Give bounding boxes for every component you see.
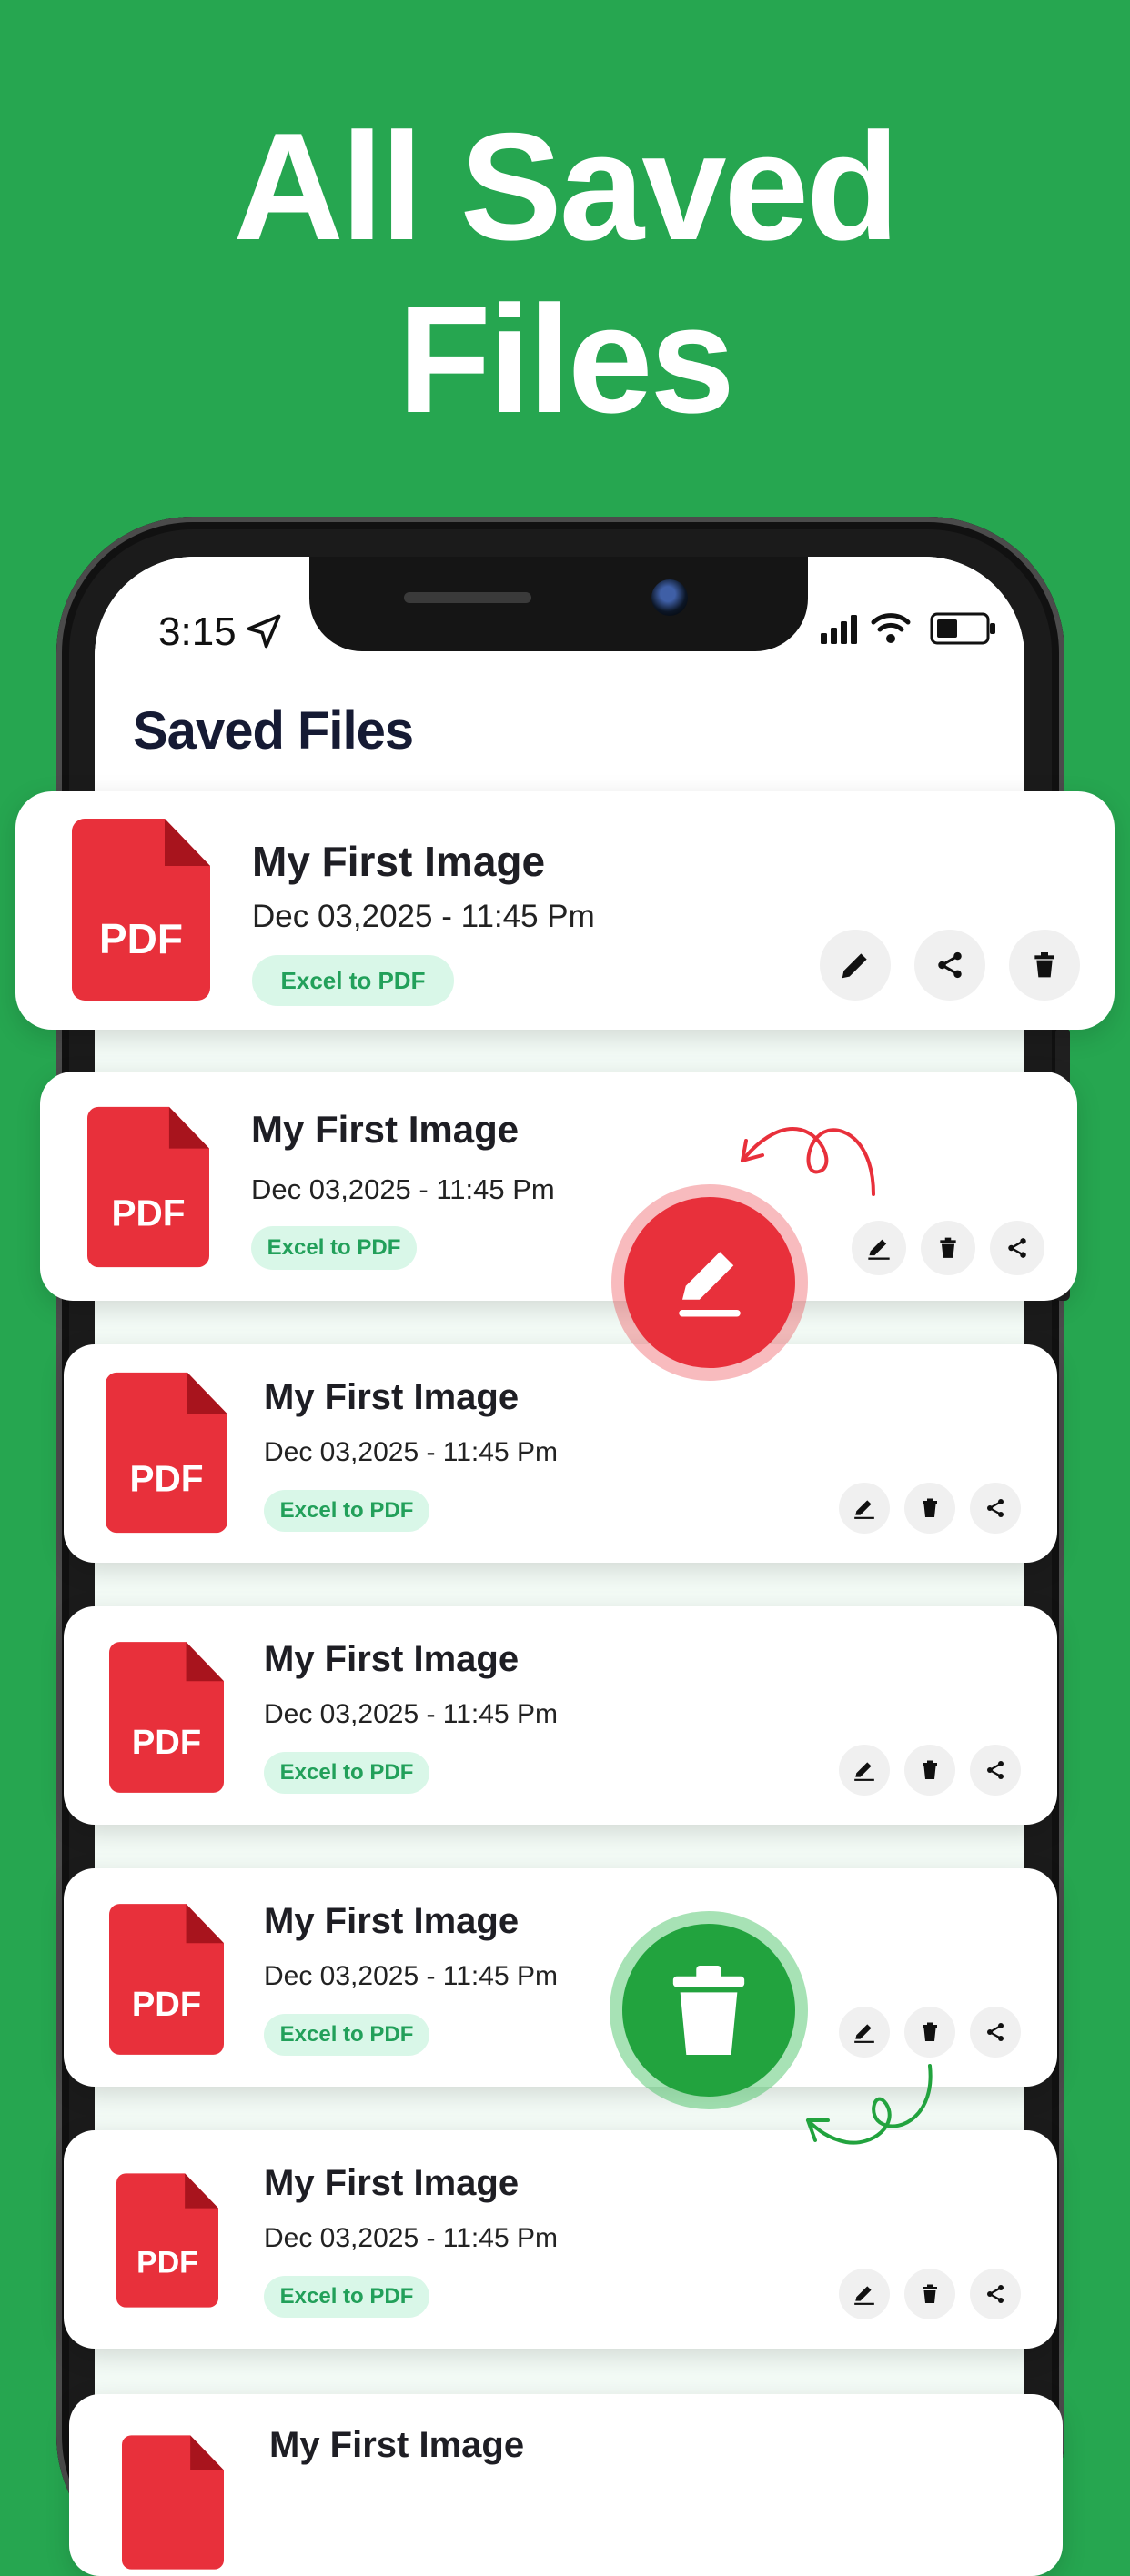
pencil-icon: [854, 1762, 874, 1781]
file-title: My First Image: [251, 1108, 520, 1151]
file-date: Dec 03,2025 - 11:45 Pm: [251, 1173, 555, 1205]
delete-button[interactable]: [921, 1221, 975, 1275]
file-card[interactable]: PDF My First Image Dec 03,2025 - 11:45 P…: [64, 1606, 1057, 1825]
pencil-icon: [854, 2286, 874, 2305]
pdf-file-icon: PDF: [109, 1641, 224, 1794]
edit-button[interactable]: [839, 2007, 890, 2058]
file-date: Dec 03,2025 - 11:45 Pm: [264, 2223, 558, 2253]
file-date: Dec 03,2025 - 11:45 Pm: [252, 899, 595, 934]
svg-text:PDF: PDF: [129, 1457, 203, 1499]
file-title: My First Image: [264, 1639, 520, 1679]
pdf-file-icon: PDF: [109, 1903, 224, 2056]
conversion-badge: Excel to PDF: [251, 1226, 417, 1270]
camera: [651, 579, 688, 616]
share-icon: [1008, 1238, 1026, 1258]
delete-button[interactable]: [904, 2007, 955, 2058]
page-title: Saved Files: [133, 701, 414, 760]
trash-icon: [923, 2284, 937, 2303]
edit-button[interactable]: [839, 1483, 890, 1534]
file-card[interactable]: PDF My First Image Dec 03,2025 - 11:45 P…: [64, 1868, 1057, 2087]
trash-icon: [923, 2022, 937, 2041]
signal-icon: [821, 615, 857, 644]
green-arrow-icon: [806, 2064, 933, 2145]
headline-line-2: Files: [398, 274, 735, 445]
trash-icon: [672, 1966, 745, 2055]
trash-icon: [923, 1760, 937, 1779]
pdf-file-icon: [122, 2434, 224, 2571]
conversion-badge: Excel to PDF: [264, 2276, 429, 2318]
share-button[interactable]: [970, 1745, 1021, 1796]
battery-icon: [930, 612, 995, 645]
status-time: 3:15: [158, 609, 237, 654]
share-icon: [987, 2285, 1004, 2303]
file-card[interactable]: PDF My First Image Dec 03,2025 - 11:45 P…: [64, 1344, 1057, 1563]
share-icon: [987, 2023, 1004, 2041]
delete-button[interactable]: [904, 2269, 955, 2319]
share-icon: [987, 1499, 1004, 1517]
svg-text:PDF: PDF: [132, 1985, 201, 2024]
headline-line-1: All Saved: [233, 101, 899, 272]
conversion-badge: Excel to PDF: [252, 955, 454, 1006]
share-button[interactable]: [970, 2269, 1021, 2319]
share-button[interactable]: [914, 930, 985, 1001]
trash-icon: [1034, 952, 1054, 978]
delete-button[interactable]: [1009, 930, 1080, 1001]
notch: [309, 557, 808, 651]
speaker: [404, 592, 531, 603]
svg-text:PDF: PDF: [136, 2245, 198, 2279]
edit-button[interactable]: [852, 1221, 906, 1275]
file-card[interactable]: PDF My First Image Dec 03,2025 - 11:45 P…: [64, 2130, 1057, 2349]
edit-button[interactable]: [839, 1745, 890, 1796]
file-card[interactable]: PDF My First Image Dec 03,2025 - 11:45 P…: [15, 791, 1115, 1030]
headline: All Saved Files: [0, 100, 1130, 446]
wifi-icon: [871, 613, 911, 643]
trash-icon: [923, 1498, 937, 1517]
file-title: My First Image: [264, 1377, 520, 1417]
svg-text:PDF: PDF: [132, 1723, 201, 1762]
file-date: Dec 03,2025 - 11:45 Pm: [264, 1961, 558, 1991]
share-button[interactable]: [970, 2007, 1021, 2058]
file-card[interactable]: PDF My First Image Dec 03,2025 - 11:45 P…: [40, 1072, 1077, 1301]
pencil-icon: [679, 1252, 741, 1317]
share-icon: [938, 951, 962, 979]
edit-button[interactable]: [820, 930, 891, 1001]
svg-text:PDF: PDF: [99, 915, 183, 962]
pdf-file-icon: PDF: [116, 2172, 218, 2309]
share-button[interactable]: [990, 1221, 1044, 1275]
location-arrow-icon: [247, 614, 281, 649]
pencil-icon: [842, 953, 867, 979]
conversion-badge: Excel to PDF: [264, 1490, 429, 1532]
pencil-icon: [868, 1239, 890, 1260]
pdf-file-icon: PDF: [72, 819, 210, 1001]
delete-highlight-badge: [610, 1911, 808, 2109]
edit-button[interactable]: [839, 2269, 890, 2319]
trash-icon: [940, 1237, 956, 1258]
file-date: Dec 03,2025 - 11:45 Pm: [264, 1437, 558, 1467]
delete-button[interactable]: [904, 1483, 955, 1534]
svg-text:PDF: PDF: [111, 1192, 185, 1233]
pdf-file-icon: PDF: [87, 1106, 209, 1268]
file-title: My First Image: [269, 2425, 525, 2465]
pencil-icon: [854, 2024, 874, 2043]
file-title: My First Image: [252, 838, 546, 885]
pdf-file-icon: PDF: [106, 1372, 227, 1534]
share-icon: [987, 1761, 1004, 1779]
share-button[interactable]: [970, 1483, 1021, 1534]
file-date: Dec 03,2025 - 11:45 Pm: [264, 1699, 558, 1729]
conversion-badge: Excel to PDF: [264, 2014, 429, 2056]
delete-button[interactable]: [904, 1745, 955, 1796]
red-arrow-icon: [741, 1127, 875, 1196]
conversion-badge: Excel to PDF: [264, 1752, 429, 1794]
pencil-icon: [854, 1500, 874, 1519]
file-title: My First Image: [264, 1901, 520, 1941]
file-title: My First Image: [264, 2163, 520, 2203]
file-card[interactable]: My First Image: [69, 2394, 1063, 2576]
